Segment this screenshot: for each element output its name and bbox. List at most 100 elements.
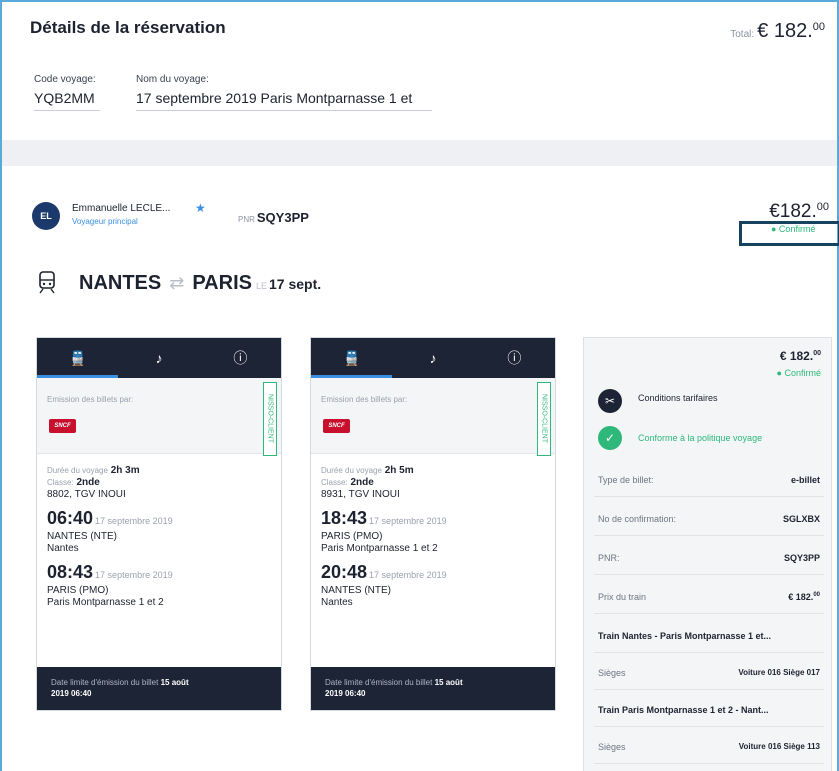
traveler-price-main: €182. xyxy=(769,201,817,222)
total-main: € 182. xyxy=(757,20,813,42)
row-label: Prix du train xyxy=(598,591,647,602)
row-value: e-billet xyxy=(790,474,820,485)
pnr-label: PNR xyxy=(238,215,255,224)
card-tabs: 🚆 ♪ ⓘ xyxy=(311,338,555,378)
row-value: SGLXBX xyxy=(782,513,820,524)
row-value: SQY3PP xyxy=(783,552,820,563)
confirmation-row: No de confirmation: SGLXBX xyxy=(594,502,824,536)
tab-info[interactable]: ⓘ xyxy=(200,338,281,378)
status-badge: ● Confirmé xyxy=(771,224,816,234)
row-value-main: € 182. xyxy=(788,591,814,602)
train-icon: 🚆 xyxy=(68,349,87,366)
deadline-value: 15 août xyxy=(160,678,189,687)
deadline-label: Date limite d'émission du billet xyxy=(325,678,433,687)
class-label: Classe: xyxy=(47,478,74,487)
trip-code-field[interactable]: YQB2MM xyxy=(34,90,100,111)
total-label: Total: xyxy=(730,29,755,40)
duration-value: 2h 3m xyxy=(110,465,140,476)
class-value: 2nde xyxy=(350,477,374,488)
departure-city: Nantes xyxy=(47,543,79,554)
row-value: € 182.00 xyxy=(788,592,820,602)
section-divider xyxy=(2,140,837,166)
arrival-time: 08:43 xyxy=(47,562,94,582)
trip-name-label: Nom du voyage: xyxy=(136,74,209,85)
tab-train[interactable]: 🚆 xyxy=(37,338,119,378)
deadline-time: 2019 06:40 xyxy=(51,689,92,698)
sncf-logo: SNCF xyxy=(49,419,76,433)
class-value: 2nde xyxy=(76,477,100,488)
tab-seat[interactable]: ♪ xyxy=(118,338,199,378)
tab-train[interactable]: 🚆 xyxy=(311,338,393,378)
card-tabs: 🚆 ♪ ⓘ xyxy=(37,338,281,378)
deadline-value: 15 août xyxy=(434,678,463,687)
arrival-station: NANTES (NTE) xyxy=(321,585,391,596)
train-price-row: Prix du train € 182.00 xyxy=(594,580,824,614)
train-segment-2[interactable]: Train Paris Montparnasse 1 et 2 - Nant..… xyxy=(594,693,824,727)
policy-check-icon: ✓ xyxy=(598,426,622,450)
traveler-price: €182.00 xyxy=(769,201,829,223)
side-price: € 182.00 xyxy=(780,349,821,363)
journey-card-return: 🚆 ♪ ⓘ Emission des billets par: SNCF NIS… xyxy=(310,337,556,711)
ticket-type-row: Type de billet: e-billet xyxy=(594,463,824,497)
scissors-icon: ✂ xyxy=(598,389,622,413)
deadline-label: Date limite d'émission du billet xyxy=(51,678,159,687)
row-label: Type de billet: xyxy=(598,474,654,485)
question-icon: ⓘ xyxy=(233,350,248,366)
seat-icon: ♪ xyxy=(155,350,163,366)
deadline-time: 2019 06:40 xyxy=(325,689,366,698)
tab-seat[interactable]: ♪ xyxy=(392,338,473,378)
traveler-name[interactable]: Emmanuelle LECLE... xyxy=(72,203,170,214)
pnr-row: PNR: SQY3PP xyxy=(594,541,824,575)
departure-time: 06:40 xyxy=(47,508,94,528)
route-from: NANTES xyxy=(79,272,162,294)
nisso-client-label: NISSO-CLIENT xyxy=(537,382,551,456)
seat-icon: ♪ xyxy=(429,350,437,366)
trip-name-field[interactable]: 17 septembre 2019 Paris Montparnasse 1 e… xyxy=(136,90,432,111)
nisso-client-label: NISSO-CLIENT xyxy=(263,382,277,456)
route-le: LE xyxy=(255,281,267,291)
row-value-cents: 00 xyxy=(813,591,820,598)
route-heading: NANTES ⇄ PARIS LE 17 sept. xyxy=(79,272,321,295)
row-value: Voiture 016 Siège 113 xyxy=(738,742,820,751)
swap-arrows-icon: ⇄ xyxy=(169,273,185,293)
arrival-city: Paris Montparnasse 1 et 2 xyxy=(47,597,164,608)
arrival-date: 17 septembre 2019 xyxy=(95,570,173,580)
journey-card-outbound: 🚆 ♪ ⓘ Emission des billets par: SNCF NIS… xyxy=(36,337,282,711)
pnr-value: SQY3PP xyxy=(256,210,309,225)
arrival-time: 20:48 xyxy=(321,562,368,582)
arrival-date: 17 septembre 2019 xyxy=(369,570,447,580)
arrival-station: PARIS (PMO) xyxy=(47,585,109,596)
question-icon: ⓘ xyxy=(507,350,522,366)
total-price: Total: € 182.00 xyxy=(730,20,825,43)
booking-details-page: Détails de la réservation Total: € 182.00… xyxy=(0,0,839,771)
issuer-label: Emission des billets par: xyxy=(47,395,134,404)
row-label: Sièges xyxy=(598,667,626,678)
traveler-price-cents: 00 xyxy=(816,201,829,213)
journey-details: Durée du voyage 2h 5m Classe: 2nde 8931,… xyxy=(311,454,555,609)
trip-code-label: Code voyage: xyxy=(34,74,96,85)
row-label: PNR: xyxy=(598,552,620,563)
issue-deadline: Date limite d'émission du billet 15 août… xyxy=(311,667,555,710)
train-segment-1[interactable]: Train Nantes - Paris Montparnasse 1 et..… xyxy=(594,619,824,653)
journey-details: Durée du voyage 2h 3m Classe: 2nde 8802,… xyxy=(37,454,281,609)
duration-value: 2h 5m xyxy=(384,465,414,476)
pnr-code: PNR SQY3PP xyxy=(238,210,309,225)
departure-city: Paris Montparnasse 1 et 2 xyxy=(321,543,438,554)
page-title: Détails de la réservation xyxy=(30,18,226,37)
train-icon xyxy=(39,271,55,294)
policy-compliance: Conforme à la politique voyage xyxy=(638,433,763,443)
departure-date: 17 septembre 2019 xyxy=(95,516,173,526)
tab-info[interactable]: ⓘ xyxy=(474,338,555,378)
star-icon: ★ xyxy=(195,201,206,215)
row-label: Sièges xyxy=(598,741,626,752)
train-number: 8802, TGV INOUI xyxy=(47,489,126,500)
route-to: PARIS xyxy=(192,272,252,294)
departure-date: 17 septembre 2019 xyxy=(369,516,447,526)
issuer-section: Emission des billets par: SNCF NISSO-CLI… xyxy=(37,378,281,456)
route-date: 17 sept. xyxy=(268,276,322,292)
seats-row-1: Sièges Voiture 016 Siège 017 xyxy=(594,656,824,690)
issuer-section: Emission des billets par: SNCF NISSO-CLI… xyxy=(311,378,555,456)
fare-conditions-link[interactable]: Conditions tarifaires xyxy=(638,393,718,403)
avatar: EL xyxy=(32,202,60,230)
side-price-main: € 182. xyxy=(779,349,814,363)
